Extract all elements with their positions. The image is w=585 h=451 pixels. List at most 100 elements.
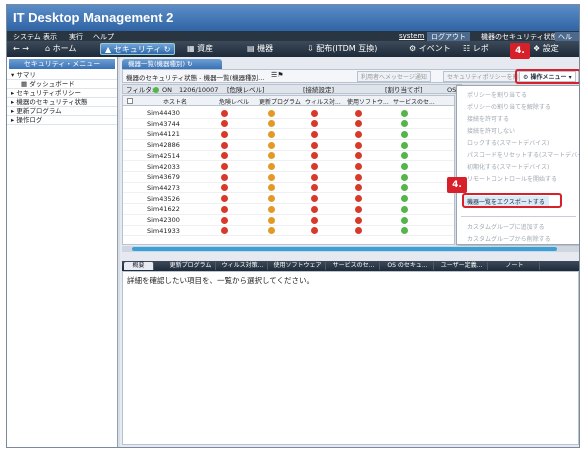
col-host[interactable]: ホスト名 <box>163 97 187 106</box>
table-row[interactable]: Sim41622 <box>123 204 454 215</box>
main-toolbar: ← → ⌂ ホーム ▲ セキュリティ ↻ ▦ 資産 ▤ 機器 ⇩ 配布(ITDM… <box>7 41 579 57</box>
warning-icon <box>268 205 275 213</box>
filter-os[interactable]: OS <box>447 85 456 95</box>
tab-notes[interactable]: ノート <box>490 262 540 270</box>
tab-events[interactable]: ⚙ イベント <box>405 43 455 55</box>
sidebar-item-updates[interactable]: ▸ 更新プログラム <box>7 107 117 116</box>
col-risk[interactable]: 危険レベル <box>219 97 249 106</box>
collapse-icon[interactable]: ▸ <box>11 116 14 124</box>
filter-state[interactable]: ON <box>162 85 172 95</box>
table-row[interactable]: Sim43526 <box>123 194 454 205</box>
error-icon <box>355 163 362 170</box>
tab-settings[interactable]: ❖ 設定 <box>529 43 563 55</box>
ok-icon <box>401 152 408 160</box>
expand-icon[interactable]: ▾ <box>11 71 14 79</box>
content-tab[interactable]: 機器一覧(機器種別) ↻ <box>122 59 222 69</box>
tab-reports[interactable]: ☷ レポ <box>459 43 493 55</box>
table-row[interactable]: Sim42300 <box>123 215 454 226</box>
error-icon <box>311 163 318 170</box>
refresh-icon[interactable]: ↻ <box>187 60 192 68</box>
filter-assigned[interactable]: [割り当てポ] <box>385 85 423 95</box>
tab-assets[interactable]: ▦ 資産 <box>183 43 217 55</box>
collapse-icon[interactable]: ▸ <box>11 98 14 106</box>
filter-count: 1206/10007 <box>179 86 219 94</box>
error-icon <box>221 205 228 213</box>
host-name: Sim42300 <box>147 216 180 224</box>
table-row[interactable]: Sim44430 <box>123 108 454 119</box>
sidebar-item-security-policy[interactable]: ▸ セキュリティポリシー <box>7 89 117 98</box>
collapse-icon[interactable]: ▸ <box>11 107 14 115</box>
tab-antivirus[interactable]: ウィルス対策... <box>218 262 268 270</box>
tab-security[interactable]: ▲ セキュリティ ↻ <box>100 43 176 55</box>
table-row[interactable]: Sim42033 <box>123 162 454 172</box>
tab-distribution[interactable]: ⇩ 配布(ITDM 互換) <box>303 43 381 55</box>
refresh-icon[interactable]: ↻ <box>164 45 171 54</box>
host-name: Sim41933 <box>147 226 180 235</box>
table-row[interactable]: Sim43679 <box>123 172 454 183</box>
sidebar-item-dashboard[interactable]: ▦ ダッシュボード <box>7 80 117 89</box>
tab-service[interactable]: サービスのセ... <box>328 262 380 270</box>
grid-scrollbar[interactable] <box>122 246 579 252</box>
dashboard-icon: ▦ <box>21 80 28 88</box>
filter-on-icon <box>153 87 159 93</box>
step-badge: 4. <box>510 43 530 59</box>
breadcrumb: 機器のセキュリティ状態 - 機器一覧(機器種別... <box>126 74 265 82</box>
filter-risk[interactable]: [危険レベル] <box>227 85 265 95</box>
error-icon <box>355 130 362 138</box>
app-window: IT Desktop Management 2 システム 表示 実行 ヘルプ s… <box>6 4 580 448</box>
menubar: システム 表示 実行 ヘルプ system ログアウト 機器のセキュリティ状態 … <box>7 31 579 52</box>
error-icon <box>311 184 318 192</box>
table-row[interactable]: Sim42886 <box>123 140 454 151</box>
warning-icon <box>268 120 275 128</box>
ok-icon <box>401 141 408 149</box>
dropdown-item: カスタムグループに追加する <box>467 224 545 231</box>
notify-button[interactable]: 利用者へメッセージ通知 <box>357 71 431 82</box>
tab-home[interactable]: ⌂ ホーム <box>41 43 80 55</box>
view-toggle-icon[interactable]: ☰⚑ <box>271 71 284 79</box>
sidebar-item-device-security[interactable]: ▸ 機器のセキュリティ状態 <box>7 98 117 107</box>
ok-icon <box>401 130 408 138</box>
tab-updates[interactable]: 更新プログラム <box>166 262 216 270</box>
tab-user-defined[interactable]: ユーザー定義... <box>436 262 488 270</box>
tab-software[interactable]: 使用ソフトウェア <box>270 262 326 270</box>
col-service[interactable]: サービスのセ... <box>393 97 435 106</box>
dropdown-item: 接続を許可する <box>467 116 510 123</box>
sidebar-item-summary[interactable]: ▾ サマリ <box>7 71 117 80</box>
error-icon <box>355 173 362 181</box>
main-panel: 機器一覧(機器種別) ↻ 機器のセキュリティ状態 - 機器一覧(機器種別... … <box>120 43 579 447</box>
table-row[interactable]: Sim43744 <box>123 119 454 130</box>
warning-icon <box>268 130 275 138</box>
select-all-checkbox[interactable] <box>127 98 133 104</box>
table-row[interactable]: Sim42514 <box>123 151 454 162</box>
col-software[interactable]: 使用ソフトウ... <box>347 97 389 106</box>
col-antivirus[interactable]: ウィルス対... <box>305 97 341 106</box>
scroll-thumb[interactable] <box>132 247 557 251</box>
warning-icon <box>268 184 275 192</box>
detail-tabs: 概要 更新プログラム ウィルス対策... 使用ソフトウェア サービスのセ... … <box>122 261 579 271</box>
dropdown-item: リモートコントロールを開始する <box>467 176 558 183</box>
col-updates[interactable]: 更新プログラム <box>259 97 301 106</box>
table-row[interactable]: Sim44273 <box>123 183 454 194</box>
tab-overview[interactable]: 概要 <box>124 262 154 270</box>
download-icon: ⇩ <box>307 44 314 53</box>
warning-icon <box>268 163 275 170</box>
filter-bar: フィルタ: ON 1206/10007 [危険レベル] [接続設定] [割り当て… <box>122 84 462 94</box>
error-icon <box>355 227 362 235</box>
host-name: Sim41622 <box>147 205 180 214</box>
dropdown-item: カスタムグループから削除する <box>467 236 551 243</box>
tab-os-security[interactable]: OS のセキュ... <box>382 262 434 270</box>
error-icon <box>355 184 362 192</box>
error-icon <box>221 227 228 235</box>
table-row[interactable]: Sim44121 <box>123 129 454 140</box>
collapse-icon[interactable]: ▸ <box>11 89 14 97</box>
warning-icon <box>268 109 275 117</box>
error-icon <box>311 130 318 138</box>
ok-icon <box>401 120 408 128</box>
detail-message: 詳細を確認したい項目を、一覧から選択してください。 <box>127 276 315 285</box>
table-row[interactable]: Sim41933 <box>123 226 454 237</box>
filter-connection[interactable]: [接続設定] <box>303 85 334 95</box>
back-forward-icon[interactable]: ← → <box>9 43 33 55</box>
ok-icon <box>401 195 408 203</box>
tab-devices[interactable]: ▤ 機器 <box>243 43 277 55</box>
sidebar-item-oplog[interactable]: ▸ 操作ログ <box>7 116 117 125</box>
